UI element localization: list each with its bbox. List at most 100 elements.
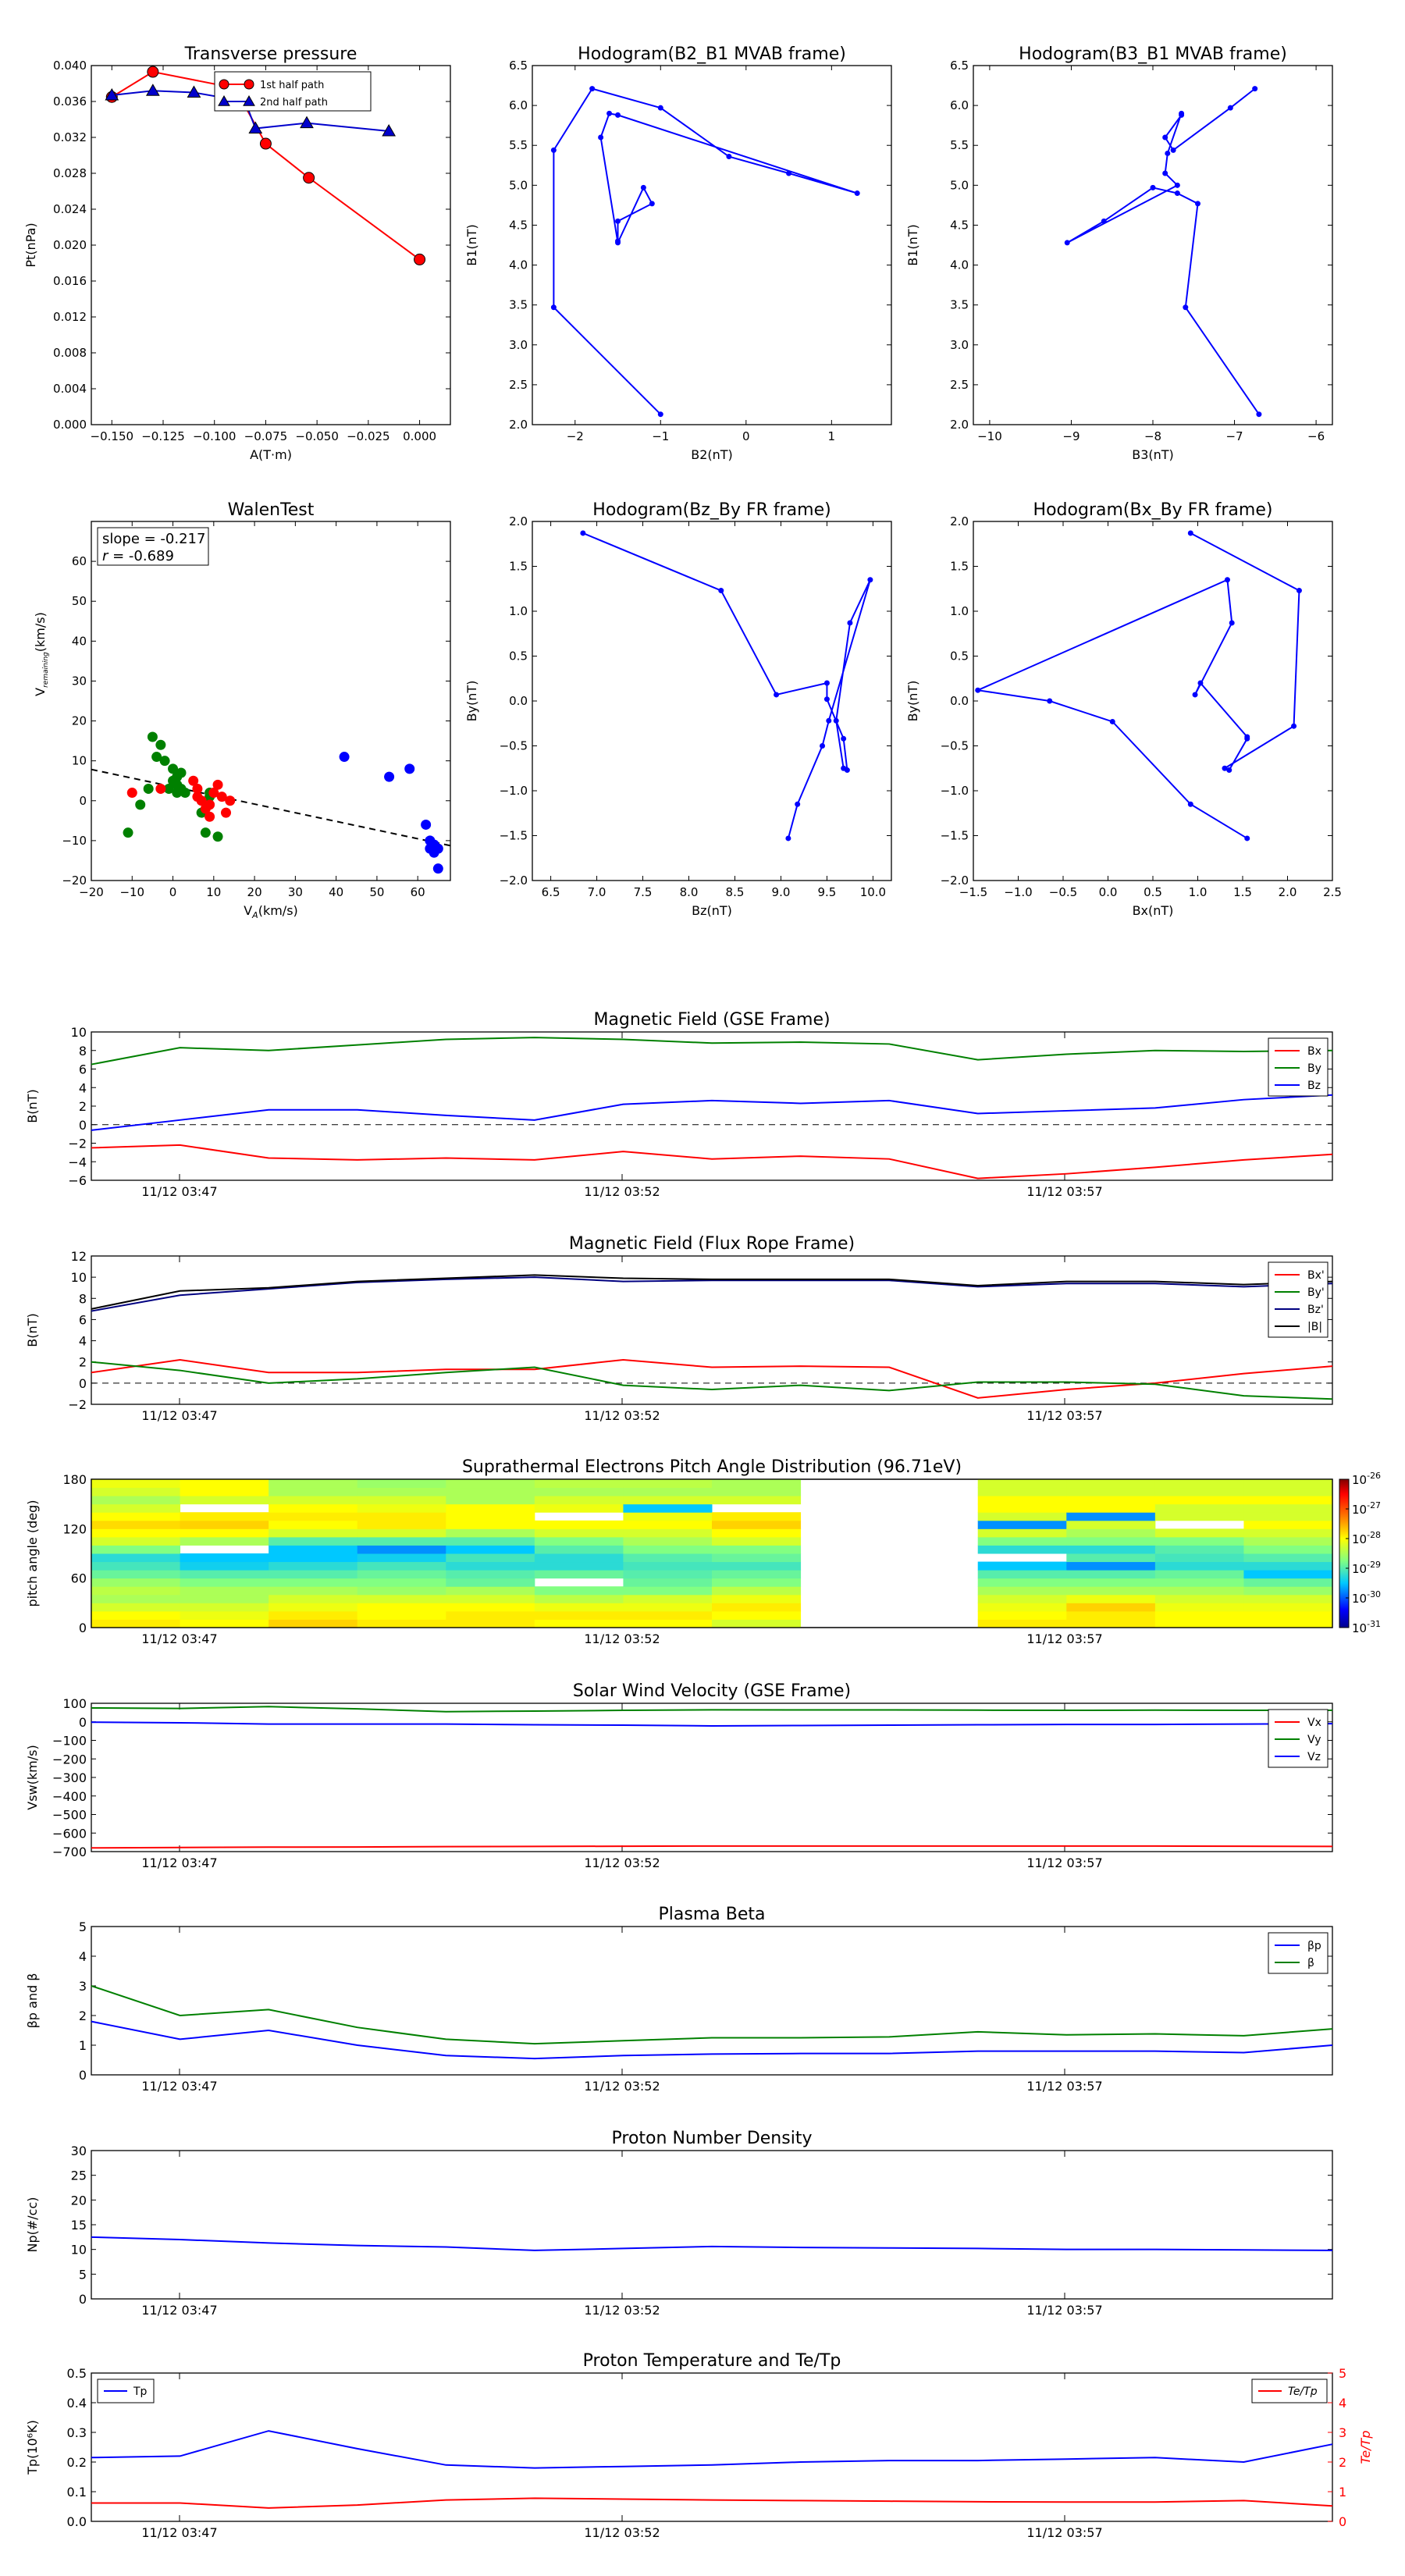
y-tick-label: −2.0	[941, 873, 969, 888]
x-tick-label: −8	[1144, 429, 1161, 443]
y-tick-label: 40	[72, 634, 87, 648]
heatmap-cell	[91, 1586, 181, 1596]
heatmap-cell	[1154, 1603, 1244, 1612]
heatmap-cell	[91, 1619, 181, 1628]
heatmap-cell	[91, 1603, 181, 1612]
heatmap-cell	[446, 1553, 535, 1563]
chart-title: Magnetic Field (Flux Rope Frame)	[569, 1234, 855, 1254]
y-axis-label: Np(#/cc)	[25, 2197, 40, 2253]
y-axis-label-right: Te/Tp	[1358, 2431, 1373, 2464]
data-point	[1252, 86, 1258, 92]
y-tick-label: 1.5	[950, 560, 969, 574]
chart-title: Hodogram(B3_B1 MVAB frame)	[1019, 44, 1287, 64]
y-tick-label: 0.5	[509, 649, 528, 664]
data-point	[1174, 190, 1180, 197]
data-point	[1256, 411, 1262, 418]
data-point	[615, 112, 621, 118]
y-tick-label: 0	[79, 1715, 87, 1730]
y-tick-label: 0	[79, 1621, 87, 1635]
data-point	[1047, 698, 1053, 704]
heatmap-cell	[180, 1578, 269, 1587]
y-tick-label: 0.0	[509, 694, 528, 708]
heatmap-cell	[1154, 1487, 1244, 1496]
panel-vsw: 11/12 03:47 11/12 03:52 11/12 03:57 −700 −60…	[25, 1681, 1333, 1870]
heatmap-cell	[977, 1536, 1067, 1546]
y-axis-label: B(nT)	[25, 1313, 40, 1347]
heatmap-cell	[977, 1479, 1067, 1489]
panel-mag_fr: 11/12 03:47 11/12 03:52 11/12 03:57 −2 0 2 4 6 8…	[25, 1234, 1333, 1423]
legend-label: Bz'	[1307, 1304, 1324, 1316]
data-point	[847, 620, 853, 626]
y-tick-label: 3.5	[509, 298, 528, 312]
plot-frame	[91, 1926, 1333, 2076]
colorbar-exponent: -30	[1367, 1589, 1381, 1599]
data-point	[606, 110, 613, 116]
y-tick-label: 6	[79, 1312, 87, 1327]
heatmap-cell	[269, 1603, 358, 1612]
colorbar-base: 10	[1352, 1562, 1367, 1576]
heatmap-cell	[91, 1561, 181, 1571]
heatmap-cell	[1154, 1610, 1244, 1620]
heatmap-cell	[534, 1586, 624, 1596]
heatmap-cell	[623, 1603, 713, 1612]
y-tick-label-right: 3	[1339, 2425, 1346, 2440]
data-point	[1162, 134, 1168, 141]
data-point	[176, 767, 187, 778]
y-axis-label-part: remaining	[42, 652, 50, 688]
heatmap-cell	[357, 1553, 446, 1563]
x-tick-label: 0.000	[403, 429, 436, 443]
heatmap-cell	[91, 1545, 181, 1554]
heatmap-cell	[91, 1520, 181, 1529]
y-tick-label: 1	[79, 2038, 87, 2053]
heatmap-cell	[446, 1586, 535, 1596]
data-point	[1296, 588, 1302, 594]
y-tick-label: 0.4	[67, 2396, 87, 2411]
heatmap-cell	[1243, 1528, 1333, 1538]
legend-label: Vy	[1307, 1734, 1321, 1746]
legend-label: Vx	[1307, 1717, 1321, 1729]
heatmap-cell	[623, 1487, 713, 1496]
data-point	[219, 79, 229, 90]
heatmap-cell	[1243, 1487, 1333, 1496]
heatmap-cell	[534, 1610, 624, 1620]
data-point	[212, 831, 223, 842]
heatmap-cell	[1243, 1561, 1333, 1571]
heatmap-cell	[534, 1553, 624, 1563]
heatmap-cell	[1243, 1619, 1333, 1628]
data-point	[414, 253, 426, 265]
heatmap-cell	[446, 1570, 535, 1579]
x-tick-label: −0.050	[295, 429, 339, 443]
heatmap-cell	[91, 1528, 181, 1538]
y-tick-label: −1.0	[500, 784, 528, 798]
y-tick-label: 5	[79, 1920, 87, 1934]
y-tick-label: −2	[68, 1397, 87, 1412]
heatmap-cell	[712, 1528, 802, 1538]
y-tick-label: 0.004	[53, 382, 87, 396]
heatmap-cell	[623, 1561, 713, 1571]
data-point	[147, 66, 159, 78]
heatmap-cell	[180, 1570, 269, 1579]
y-tick-label: −2	[68, 1137, 87, 1151]
heatmap-cell	[623, 1586, 713, 1596]
y-tick-label: 10	[71, 2243, 87, 2258]
x-tick-label: 8.0	[680, 885, 699, 899]
heatmap-cell	[269, 1561, 358, 1571]
x-tick-label: 40	[329, 885, 343, 899]
data-point	[615, 218, 621, 224]
x-tick-label: 11/12 03:47	[141, 1184, 217, 1199]
data-point	[339, 752, 350, 763]
y-tick-label: −1.5	[941, 829, 969, 843]
x-tick-label: 11/12 03:47	[141, 1856, 217, 1870]
heatmap-cell	[357, 1594, 446, 1603]
data-point	[820, 743, 826, 749]
x-tick-label: 11/12 03:52	[584, 2525, 660, 2540]
chart-title: Solar Wind Velocity (GSE Frame)	[573, 1681, 851, 1701]
heatmap-cell	[1154, 1586, 1244, 1596]
heatmap-cell	[269, 1619, 358, 1628]
y-tick-label: 5.5	[950, 138, 969, 152]
heatmap-cell	[357, 1496, 446, 1505]
heatmap-cell	[1066, 1619, 1156, 1628]
data-point	[205, 799, 215, 810]
heatmap-cell	[269, 1594, 358, 1603]
x-tick-label: 50	[369, 885, 384, 899]
